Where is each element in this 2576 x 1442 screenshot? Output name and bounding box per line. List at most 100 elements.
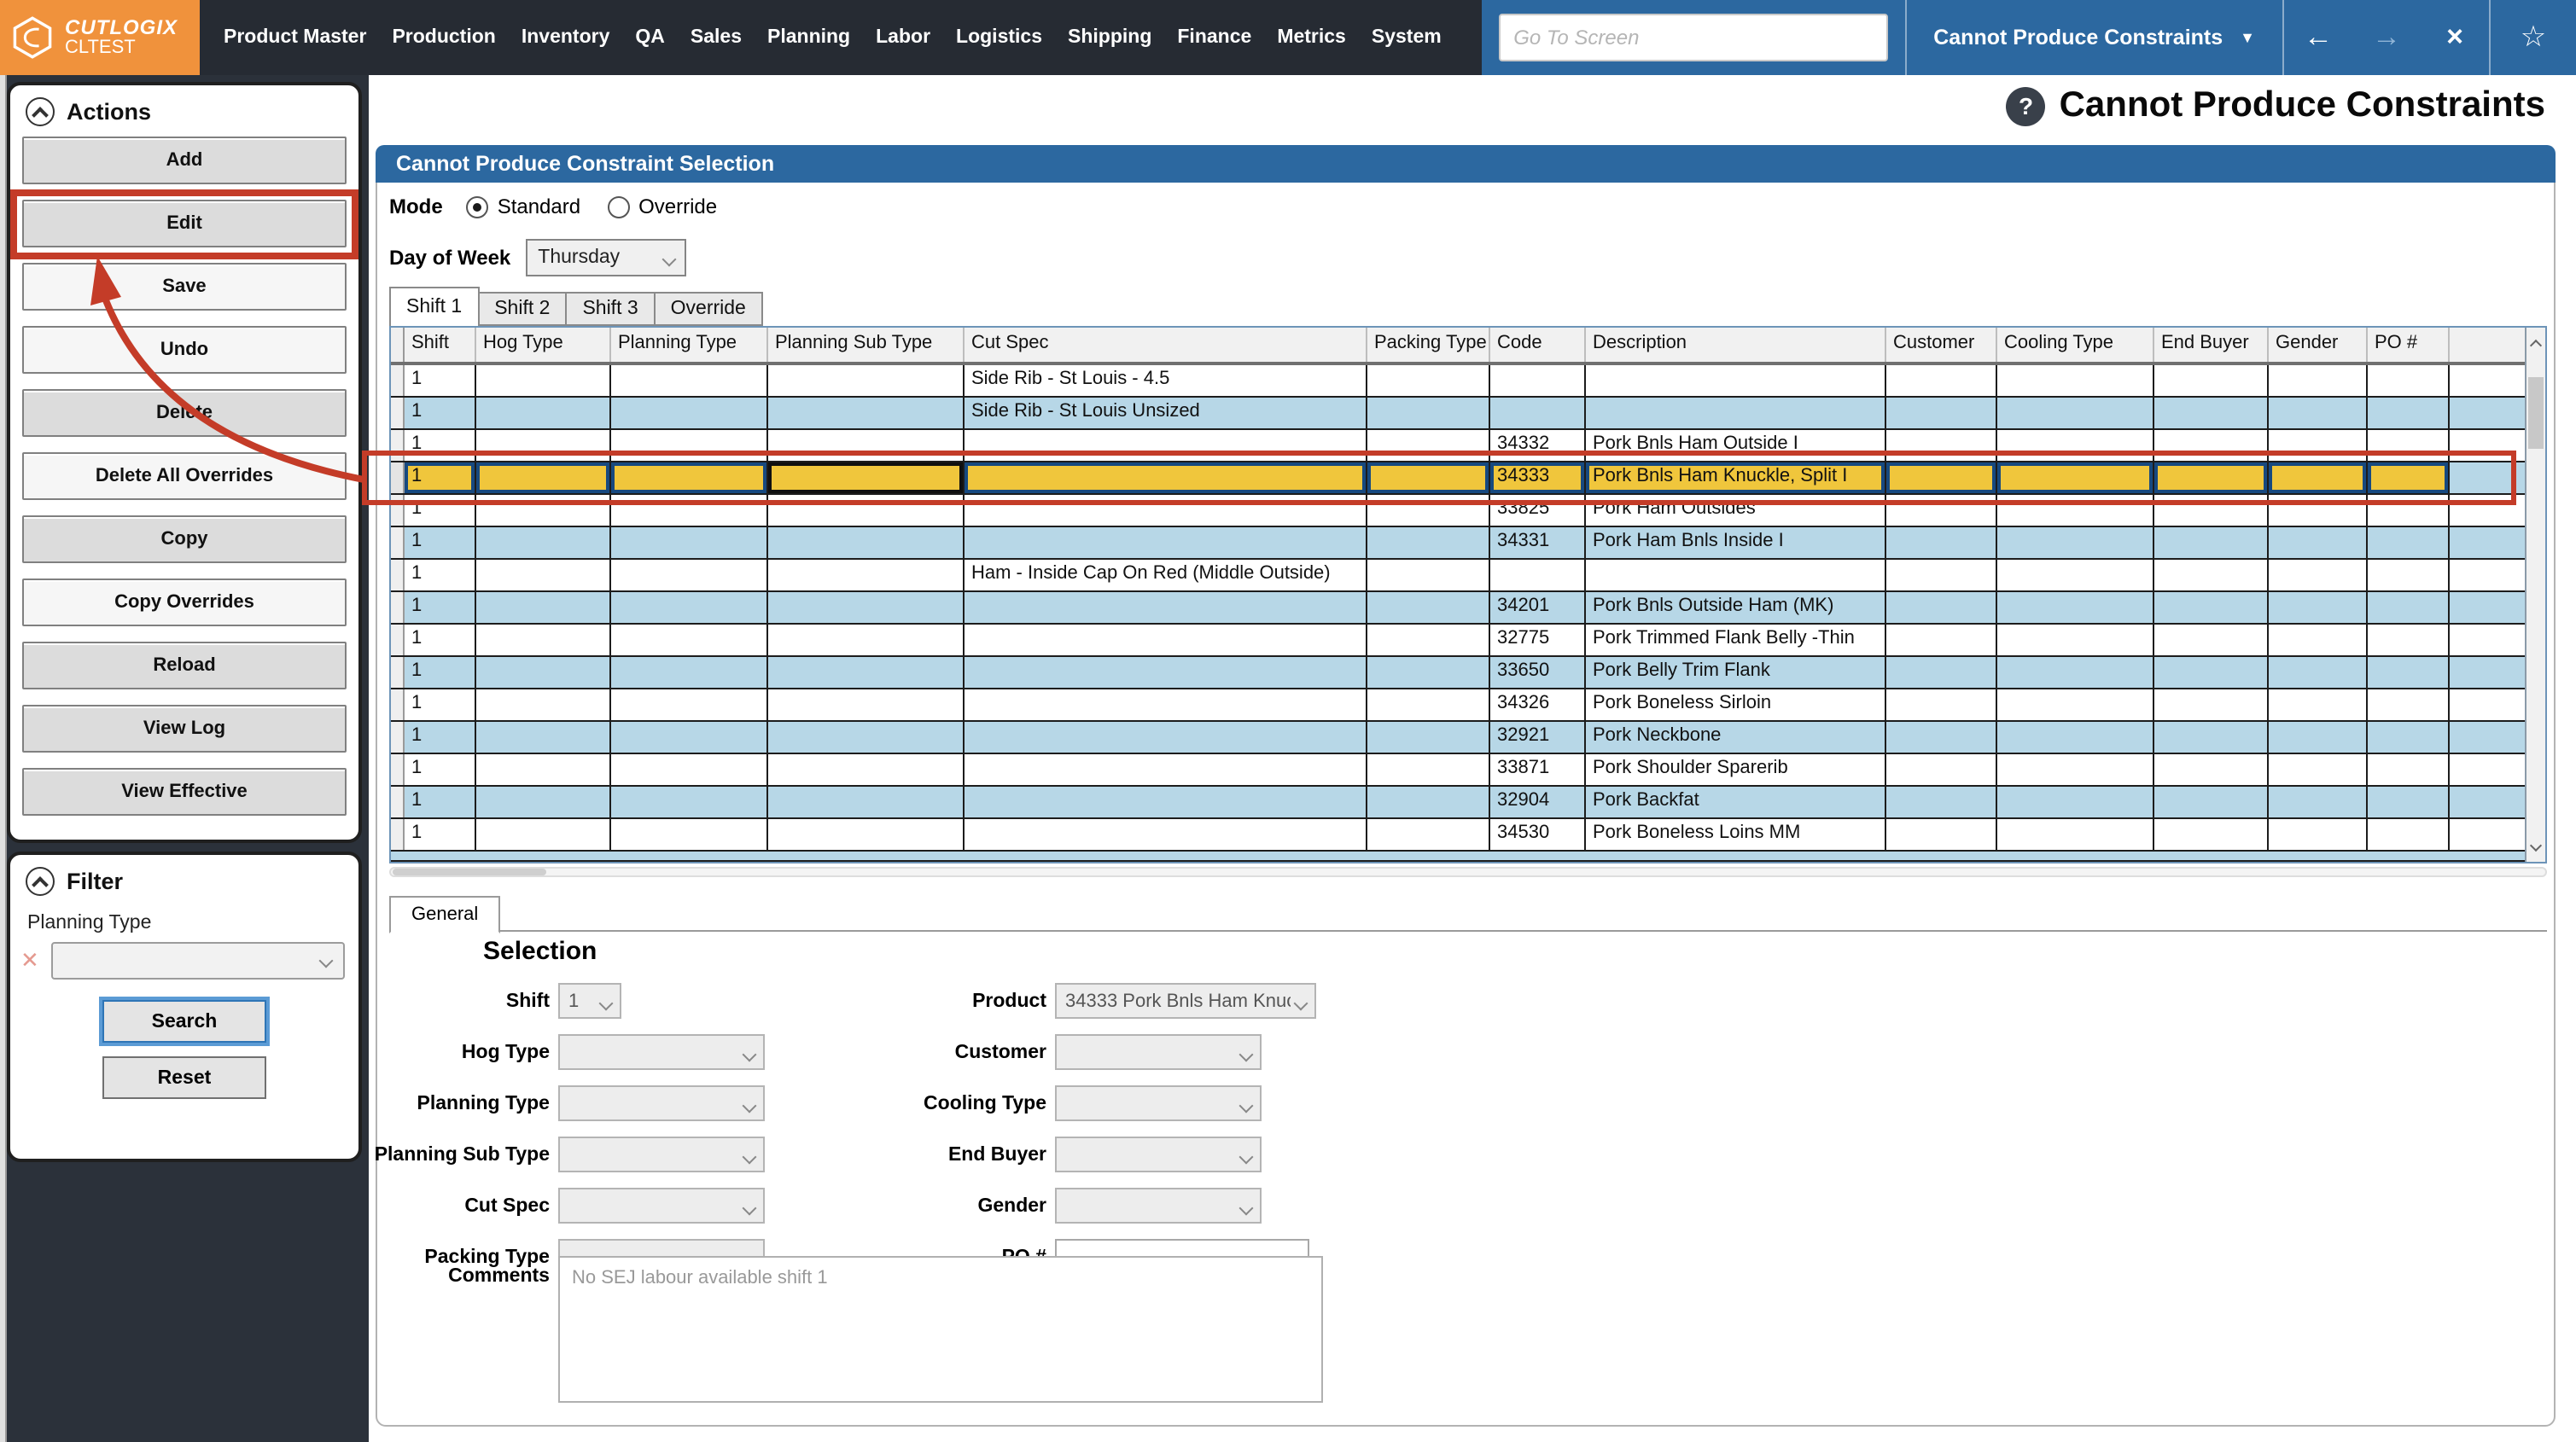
action-button[interactable]: Delete All Overrides (22, 452, 347, 500)
cell[interactable] (611, 592, 768, 623)
cell[interactable] (611, 722, 768, 753)
cell[interactable] (1886, 722, 1997, 753)
cell[interactable] (476, 657, 611, 688)
cell[interactable] (1886, 592, 1997, 623)
cell[interactable]: 34331 (1490, 527, 1586, 558)
column-header[interactable]: Planning Sub Type (768, 328, 965, 362)
search-button[interactable]: Search (102, 1000, 266, 1043)
cell[interactable] (2269, 398, 2368, 428)
cell[interactable]: Pork Belly Trim Flank (1586, 657, 1886, 688)
column-header[interactable]: End Buyer (2154, 328, 2269, 362)
table-row[interactable]: 1 32904 Pork Backfat (391, 787, 2525, 819)
cell[interactable] (2368, 625, 2450, 655)
cell[interactable] (2269, 722, 2368, 753)
cell[interactable] (1490, 365, 1586, 396)
cell[interactable] (965, 592, 1367, 623)
cell[interactable] (1997, 819, 2154, 850)
cell[interactable] (1367, 365, 1490, 396)
collapse-filter-icon[interactable] (26, 867, 55, 896)
cell[interactable] (611, 819, 768, 850)
scrollbar-thumb[interactable] (393, 869, 546, 875)
cell[interactable] (1997, 527, 2154, 558)
cell[interactable] (965, 689, 1367, 720)
cell[interactable]: 1 (405, 819, 476, 850)
cell[interactable] (2154, 625, 2269, 655)
cell[interactable] (965, 787, 1367, 817)
cell[interactable] (611, 560, 768, 590)
cell[interactable] (2154, 398, 2269, 428)
cell[interactable]: Pork Boneless Sirloin (1586, 689, 1886, 720)
horizontal-scrollbar[interactable] (389, 867, 2547, 877)
cell[interactable]: 1 (405, 625, 476, 655)
cell[interactable] (476, 722, 611, 753)
cell[interactable] (611, 787, 768, 817)
cell[interactable]: Pork Ham Bnls Inside I (1586, 527, 1886, 558)
cell[interactable] (768, 754, 965, 785)
cell[interactable] (1997, 365, 2154, 396)
cell[interactable] (1367, 754, 1490, 785)
cell[interactable] (611, 527, 768, 558)
cell[interactable] (965, 657, 1367, 688)
comments-textarea[interactable]: No SEJ labour available shift 1 (558, 1256, 1323, 1403)
cell[interactable] (2154, 657, 2269, 688)
shift-tab[interactable]: Shift 2 (477, 292, 568, 326)
cell[interactable] (476, 398, 611, 428)
cell[interactable] (1367, 787, 1490, 817)
vertical-scrollbar[interactable] (2525, 328, 2545, 862)
action-button[interactable]: View Effective (22, 768, 347, 816)
cell[interactable]: 33650 (1490, 657, 1586, 688)
cell[interactable]: 1 (405, 560, 476, 590)
table-row[interactable]: 1 32775 Pork Trimmed Flank Belly -Thin (391, 625, 2525, 657)
field-control[interactable] (558, 1188, 765, 1224)
cell[interactable] (1886, 657, 1997, 688)
column-header[interactable]: Hog Type (476, 328, 611, 362)
back-icon[interactable]: ← (2284, 20, 2352, 55)
shift-tab[interactable]: Shift 1 (389, 287, 480, 326)
action-button[interactable]: Copy (22, 515, 347, 563)
nav-menu-item[interactable]: Production (392, 27, 495, 48)
cell[interactable] (768, 365, 965, 396)
cell[interactable]: 1 (405, 365, 476, 396)
cell[interactable] (2368, 560, 2450, 590)
cell[interactable] (1367, 560, 1490, 590)
goto-screen-input[interactable] (1498, 14, 1888, 61)
cell[interactable]: 1 (405, 722, 476, 753)
field-control[interactable] (558, 1085, 765, 1121)
cell[interactable]: 34201 (1490, 592, 1586, 623)
cell[interactable]: Side Rib - St Louis - 4.5 (965, 365, 1367, 396)
field-control[interactable] (1055, 1085, 1262, 1121)
cell[interactable] (1367, 657, 1490, 688)
cell[interactable] (2269, 592, 2368, 623)
favorite-star-icon[interactable]: ☆ (2491, 20, 2576, 55)
cell[interactable] (476, 560, 611, 590)
column-header[interactable]: Shift (405, 328, 476, 362)
cell[interactable]: 1 (405, 592, 476, 623)
cell[interactable] (1997, 689, 2154, 720)
cell[interactable] (2269, 527, 2368, 558)
cell[interactable] (476, 689, 611, 720)
cell[interactable] (965, 722, 1367, 753)
cell[interactable] (2154, 527, 2269, 558)
cell[interactable] (2154, 787, 2269, 817)
cell[interactable] (965, 625, 1367, 655)
cell[interactable] (2368, 689, 2450, 720)
cell[interactable] (476, 365, 611, 396)
cell[interactable] (1997, 625, 2154, 655)
collapse-actions-icon[interactable] (26, 97, 55, 126)
cell[interactable]: Side Rib - St Louis Unsized (965, 398, 1367, 428)
cell[interactable] (611, 398, 768, 428)
cell[interactable] (2368, 722, 2450, 753)
cell[interactable] (611, 689, 768, 720)
cell[interactable] (1367, 527, 1490, 558)
field-control[interactable]: 34333 Pork Bnls Ham Knucl (1055, 983, 1316, 1019)
cell[interactable] (768, 722, 965, 753)
action-button[interactable]: Delete (22, 389, 347, 437)
cell[interactable] (1997, 560, 2154, 590)
nav-menu-item[interactable]: Logistics (956, 27, 1042, 48)
cell[interactable]: 34530 (1490, 819, 1586, 850)
cell[interactable] (2269, 657, 2368, 688)
column-header[interactable]: Cut Spec (965, 328, 1367, 362)
action-button[interactable]: Undo (22, 326, 347, 374)
cell[interactable] (476, 819, 611, 850)
cell[interactable] (1997, 787, 2154, 817)
